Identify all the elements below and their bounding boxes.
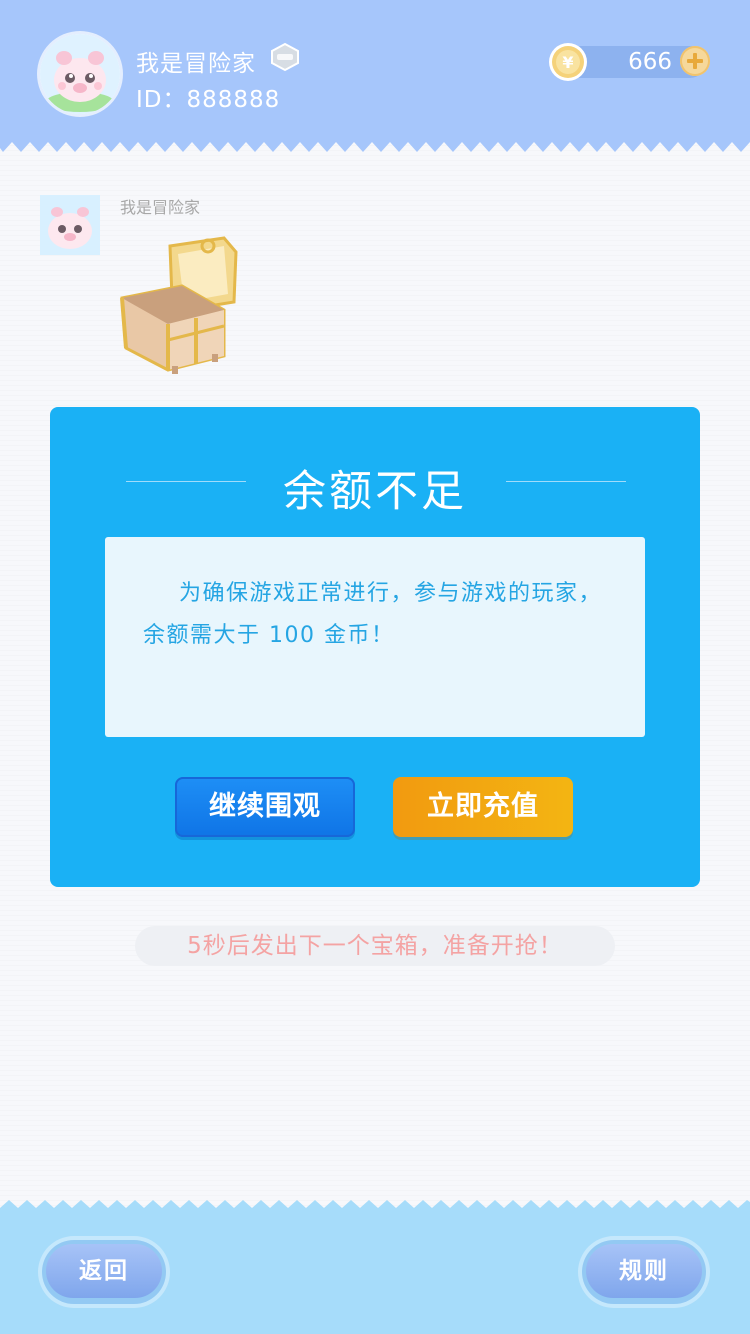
message-avatar [40,195,100,255]
rules-button-label: 规则 [586,1244,702,1298]
message-sender-name: 我是冒险家 [120,198,201,217]
treasure-chest-icon[interactable] [112,232,252,377]
dialog-message-box: 为确保游戏正常进行，参与游戏的玩家，余额需大于 100 金币！ [105,537,645,737]
header-zigzag-edge [0,138,750,152]
next-chest-countdown-notice: 5秒后发出下一个宝箱，准备开抢！ [135,926,615,966]
continue-watching-button[interactable]: 继续围观 [175,777,355,837]
pig-mascot-icon [40,195,100,255]
insufficient-balance-dialog: 余额不足 为确保游戏正常进行，参与游戏的玩家，余额需大于 100 金币！ 继续围… [50,407,700,887]
back-button-label: 返回 [46,1244,162,1298]
coin-amount: 666 [628,49,672,75]
rules-button[interactable]: 规则 [582,1240,706,1304]
add-coins-button[interactable] [680,46,710,76]
pig-mascot-icon [40,34,120,114]
dialog-title: 余额不足 [283,467,467,517]
gold-coin-icon: ¥ [549,43,587,81]
svg-text:¥: ¥ [562,53,573,72]
user-id: ID：888888 [136,87,281,113]
level-badge-icon [271,42,299,72]
recharge-now-button[interactable]: 立即充值 [393,777,573,837]
dialog-message: 为确保游戏正常进行，参与游戏的玩家，余额需大于 100 金币！ [143,581,603,648]
user-avatar[interactable] [40,34,120,114]
back-button[interactable]: 返回 [42,1240,166,1304]
username: 我是冒险家 [136,51,256,77]
